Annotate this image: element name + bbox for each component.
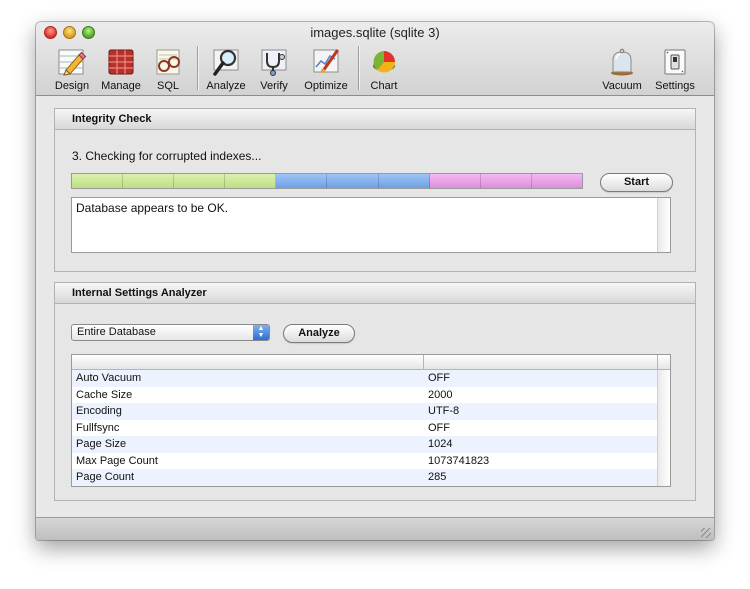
toolbar-chart-label: Chart	[370, 80, 398, 92]
column-divider[interactable]	[657, 355, 658, 369]
setting-value: UTF-8	[428, 405, 460, 417]
setting-value: 1073741823	[428, 454, 490, 467]
toolbar-settings-button[interactable]: Settings	[653, 47, 697, 92]
window-title: images.sqlite (sqlite 3)	[310, 25, 440, 40]
toolbar-design-label: Design	[54, 80, 90, 92]
progress-segment	[276, 174, 328, 188]
column-divider[interactable]	[423, 355, 424, 369]
progress-segment	[72, 174, 124, 188]
start-button[interactable]: Start	[600, 173, 673, 192]
setting-value: 285	[428, 471, 447, 483]
setting-name: Page Count	[76, 471, 135, 483]
setting-name: Fullfsync	[76, 421, 120, 434]
pencil-ruler-icon	[58, 49, 87, 76]
progress-segment	[531, 174, 582, 188]
integrity-check-title: Integrity Check	[55, 109, 695, 130]
progress-segment	[174, 174, 226, 188]
table-row[interactable]: Cache Size 2000	[72, 387, 658, 404]
integrity-status-text: 3. Checking for corrupted indexes...	[72, 149, 262, 163]
window-bottom-bar	[36, 517, 714, 540]
table-row[interactable]: Page Size 1024	[72, 436, 658, 453]
toolbar-vacuum-label: Vacuum	[602, 80, 642, 92]
table-scrollbar[interactable]	[657, 370, 670, 486]
integrity-check-panel: Integrity Check 3. Checking for corrupte…	[54, 108, 696, 272]
bell-jar-icon	[611, 48, 633, 76]
table-row[interactable]: Max Page Count 1073741823	[72, 453, 658, 470]
progress-segment	[480, 174, 532, 188]
scope-select-value: Entire Database	[77, 326, 156, 338]
setting-value: OFF	[428, 421, 450, 434]
toolbar-separator	[197, 46, 198, 90]
integrity-result-text: Database appears to be OK.	[76, 201, 229, 215]
switch-icon	[664, 49, 686, 75]
progress-segment	[327, 174, 379, 188]
toolbar-optimize-button[interactable]: Optimize	[301, 47, 351, 92]
integrity-progress-bar	[71, 173, 583, 189]
toolbar-separator	[358, 46, 359, 90]
table-header	[72, 355, 670, 370]
setting-name: Page Size	[76, 438, 127, 450]
toolbar-vacuum-button[interactable]: Vacuum	[600, 47, 644, 92]
toolbar-analyze-button[interactable]: Analyze	[204, 47, 248, 92]
scope-select[interactable]: Entire Database ▲ ▼	[71, 324, 270, 341]
settings-analyzer-panel: Internal Settings Analyzer Entire Databa…	[54, 282, 696, 501]
settings-analyzer-title: Internal Settings Analyzer	[55, 283, 695, 304]
table-row[interactable]: Encoding UTF-8	[72, 403, 658, 420]
progress-segment	[123, 174, 175, 188]
progress-segment	[429, 174, 481, 188]
toolbar-analyze-label: Analyze	[206, 80, 246, 92]
toolbar-verify-label: Verify	[260, 80, 288, 92]
select-arrows-icon: ▲ ▼	[253, 325, 269, 340]
magnifier-icon	[213, 49, 239, 76]
setting-name: Cache Size	[76, 388, 133, 401]
setting-name: Encoding	[76, 405, 122, 417]
setting-name: Max Page Count	[76, 454, 158, 467]
resize-grip-icon[interactable]	[701, 528, 711, 538]
toolbar-manage-label: Manage	[101, 80, 141, 92]
setting-value: 1024	[428, 438, 453, 450]
progress-segment	[225, 174, 277, 188]
table-row[interactable]: Fullfsync OFF	[72, 420, 658, 437]
analyze-button[interactable]: Analyze	[283, 324, 355, 343]
integrity-result-box[interactable]: Database appears to be OK.	[71, 197, 671, 253]
toolbar-sql-button[interactable]: SQL	[153, 47, 183, 92]
glasses-icon	[156, 49, 180, 75]
table-row[interactable]: Page Count 285	[72, 469, 658, 486]
chart-brush-icon	[313, 49, 339, 74]
toolbar-manage-button[interactable]: Manage	[99, 47, 143, 92]
progress-segment	[378, 174, 430, 188]
toolbar-chart-button[interactable]: Chart	[368, 47, 400, 92]
toolbar-design-button[interactable]: Design	[52, 47, 92, 92]
app-window: images.sqlite (sqlite 3) Design Manage S…	[36, 22, 714, 540]
table-row[interactable]: Auto Vacuum OFF	[72, 370, 658, 387]
result-scrollbar[interactable]	[657, 198, 670, 252]
setting-value: 2000	[428, 388, 453, 401]
setting-name: Auto Vacuum	[76, 372, 142, 384]
toolbar-settings-label: Settings	[655, 80, 695, 92]
table-grid-icon	[108, 49, 134, 75]
toolbar-verify-button[interactable]: Verify	[256, 47, 292, 92]
window-toolbar: images.sqlite (sqlite 3) Design Manage S…	[36, 22, 714, 96]
setting-value: OFF	[428, 372, 450, 384]
settings-table: Auto Vacuum OFF Cache Size 2000 Encoding…	[71, 354, 671, 487]
pie-chart-icon	[373, 51, 395, 73]
stethoscope-icon	[261, 49, 287, 76]
toolbar-sql-label: SQL	[156, 80, 179, 92]
toolbar-optimize-label: Optimize	[304, 80, 348, 92]
